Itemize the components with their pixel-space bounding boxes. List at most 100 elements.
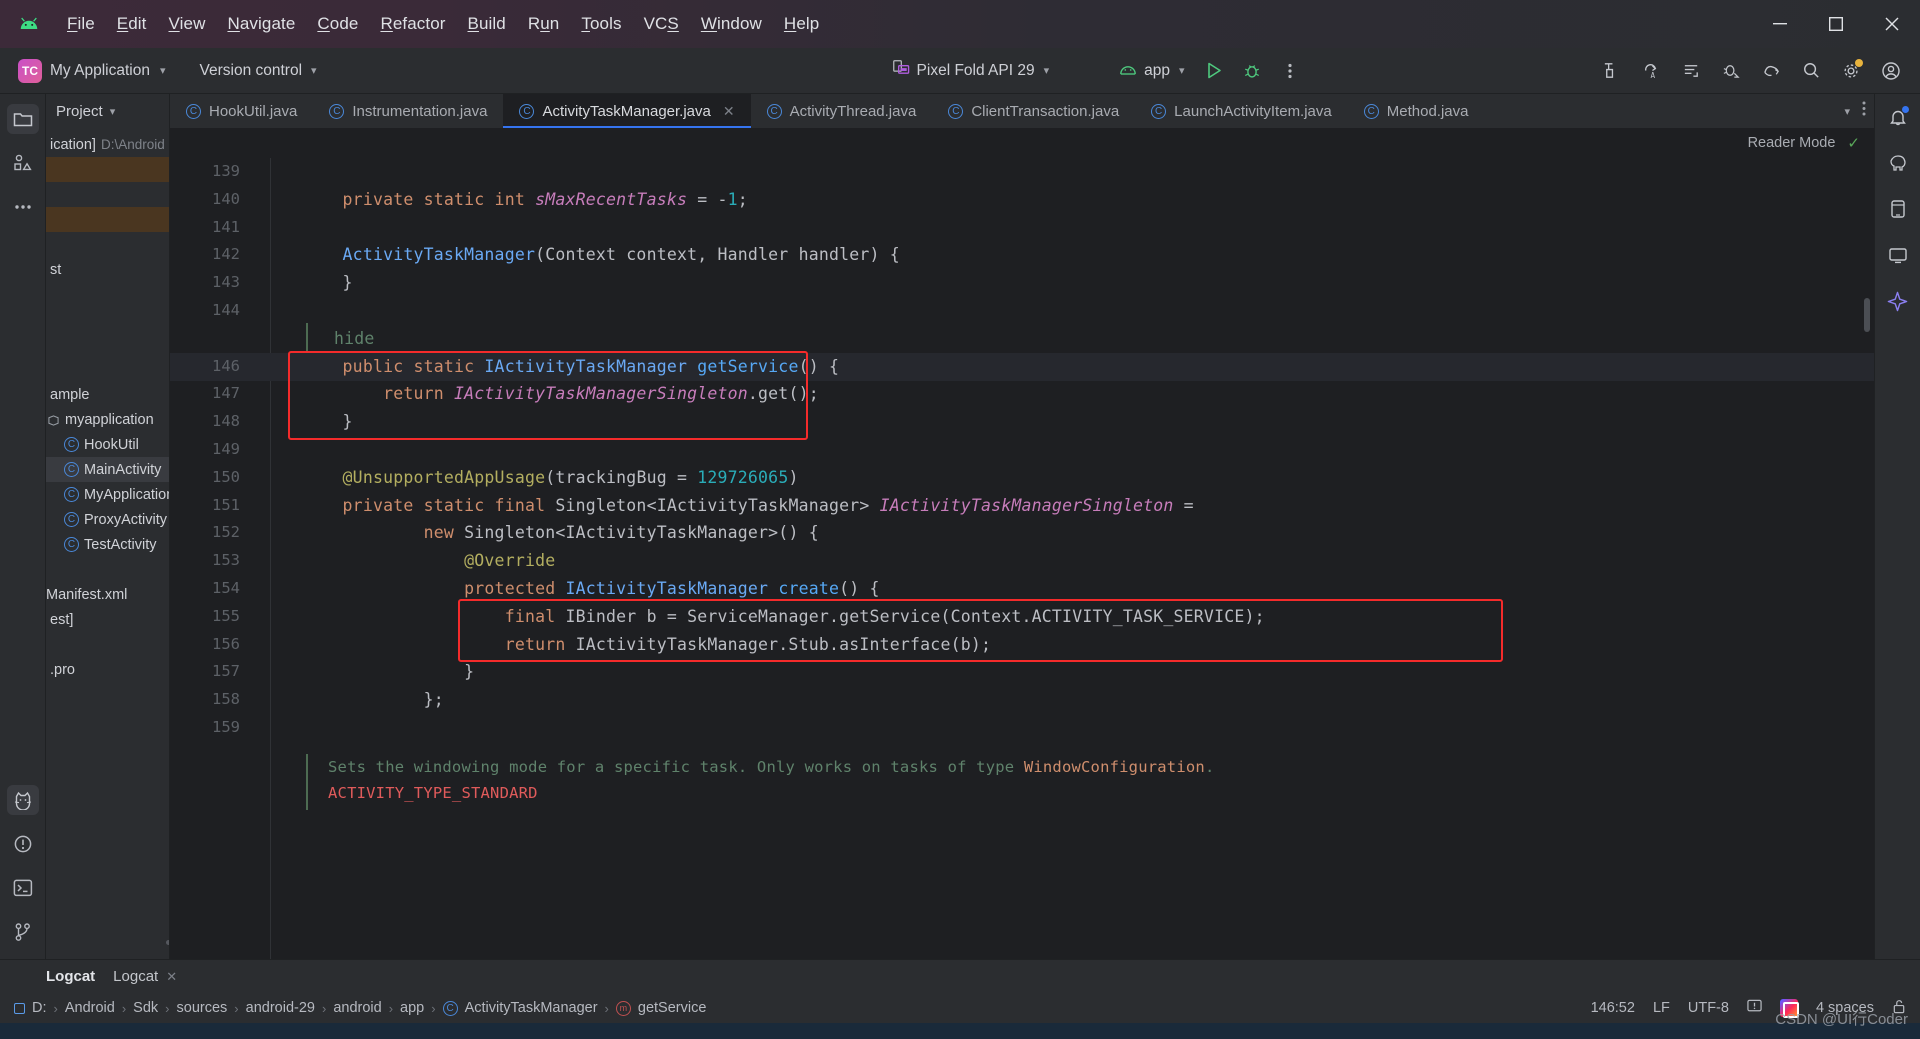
menu-item-navigate[interactable]: Navigate [216,10,306,38]
code-line[interactable]: return IActivityTaskManager.Stub.asInter… [302,635,991,654]
breadcrumb-item-android-pkg[interactable]: android [333,1000,381,1016]
breadcrumb-item-app[interactable]: app [400,1000,424,1016]
code-line[interactable]: @Override [302,551,555,570]
code-line[interactable]: return IActivityTaskManagerSingleton.get… [302,384,819,403]
tree-row[interactable] [46,182,169,207]
device-explorer-icon[interactable] [1882,194,1914,224]
tree-row[interactable]: C HookUtil [46,432,169,457]
menu-item-help[interactable]: Help [773,10,830,38]
run-config-selector[interactable]: app ▾ [1111,58,1192,84]
notifications-bell-icon[interactable] [1882,102,1914,132]
breadcrumb-item-android29[interactable]: android-29 [246,1000,315,1016]
build-hammer-icon[interactable] [1594,56,1628,86]
tree-row[interactable]: C MainActivity [46,457,169,482]
tree-row[interactable]: ample [46,382,169,407]
tree-row[interactable] [46,357,169,382]
menu-item-run[interactable]: Run [517,10,571,38]
close-icon[interactable]: ✕ [166,969,177,985]
tab-method[interactable]: C Method.java [1348,94,1485,128]
breadcrumb-item-sdk[interactable]: Sdk [133,1000,158,1016]
tab-hookutil[interactable]: C HookUtil.java [170,94,313,128]
tree-row[interactable] [46,332,169,357]
more-tool-windows-icon[interactable] [7,192,39,222]
code-line[interactable]: private static int sMaxRecentTasks = -1; [302,190,748,209]
tree-row[interactable]: st [46,257,169,282]
file-encoding[interactable]: UTF-8 [1688,1000,1729,1016]
code-line[interactable]: }; [302,690,444,709]
device-selector[interactable]: Pixel Fold API 29 ▾ [885,56,1058,86]
gradle-sync-icon[interactable] [1674,56,1708,86]
tree-row[interactable] [46,282,169,307]
tree-row[interactable]: C TestActivity [46,532,169,557]
debug-button[interactable] [1235,56,1269,86]
gradle-elephant-icon[interactable] [1882,148,1914,178]
more-vertical-icon[interactable] [1273,56,1307,86]
code-line[interactable]: public static IActivityTaskManager getSe… [302,357,839,376]
code-line[interactable]: protected IActivityTaskManager create() … [302,579,880,598]
checkmark-icon[interactable]: ✓ [1847,134,1860,152]
tab-close-icon[interactable]: ✕ [723,103,735,120]
problems-icon[interactable] [7,829,39,859]
tree-row[interactable] [46,557,169,582]
structure-icon[interactable] [7,148,39,178]
maximize-button[interactable] [1808,0,1864,48]
tree-row[interactable] [46,157,169,182]
terminal-icon[interactable] [7,873,39,903]
tab-launchactivityitem[interactable]: C LaunchActivityItem.java [1135,94,1348,128]
close-button[interactable] [1864,0,1920,48]
run-button[interactable] [1197,56,1231,86]
menu-item-edit[interactable]: Edit [106,10,158,38]
code-line[interactable]: ActivityTaskManager(Context context, Han… [302,245,900,264]
gemini-cat-icon[interactable] [6,785,39,815]
version-control-icon[interactable] [7,917,39,947]
chevron-down-icon[interactable]: ▾ [1834,105,1860,118]
minimize-button[interactable] [1752,0,1808,48]
search-icon[interactable] [1794,56,1828,86]
menu-item-vcs[interactable]: VCS [633,10,690,38]
code-editor[interactable]: 139 140 private static int sMaxRecentTask… [170,158,1874,959]
code-with-me-icon[interactable]: A [1634,56,1668,86]
menu-item-tools[interactable]: Tools [570,10,632,38]
tree-row[interactable] [46,632,169,657]
project-folder-icon[interactable] [6,104,39,134]
tree-row[interactable]: est] [46,607,169,632]
menu-item-build[interactable]: Build [457,10,517,38]
code-line[interactable]: } [302,412,353,431]
tree-row[interactable]: myapplication [46,407,169,432]
more-vertical-icon[interactable] [1862,101,1866,121]
jetbrains-icon[interactable] [1779,999,1799,1018]
code-line[interactable]: } [302,662,474,681]
breadcrumb-item-sources[interactable]: sources [177,1000,228,1016]
menu-item-window[interactable]: Window [690,10,773,38]
tab-activitythread[interactable]: C ActivityThread.java [751,94,933,128]
code-line[interactable]: @UnsupportedAppUsage(trackingBug = 12972… [302,468,799,487]
menu-item-file[interactable]: File [56,10,106,38]
settings-gear-icon[interactable] [1834,56,1868,86]
breadcrumb-item-class[interactable]: ActivityTaskManager [465,1000,598,1016]
breadcrumb-item-method[interactable]: getService [638,1000,707,1016]
menu-item-refactor[interactable]: Refactor [369,10,456,38]
breadcrumb-item-d[interactable]: D: [32,1000,47,1016]
logcat-tab[interactable]: Logcat ✕ [113,968,177,985]
menu-item-code[interactable]: Code [306,10,369,38]
emulator-icon[interactable] [1882,240,1914,270]
unlocked-icon[interactable] [1892,999,1906,1018]
tab-activitytaskmanager[interactable]: C ActivityTaskManager.java ✕ [503,94,751,128]
version-control-selector[interactable]: Version control ▾ [191,58,324,84]
tree-row[interactable] [46,207,169,232]
vertical-scrollbar[interactable] [1864,298,1870,332]
tree-row[interactable]: Manifest.xml [46,582,169,607]
gemini-assistant-icon[interactable] [1882,286,1914,316]
tree-row[interactable]: C ProxyActivity [46,507,169,532]
tab-instrumentation[interactable]: C Instrumentation.java [313,94,503,128]
tree-row[interactable]: C MyApplication [46,482,169,507]
breadcrumb-item-android[interactable]: Android [65,1000,115,1016]
menu-item-view[interactable]: View [158,10,217,38]
code-line[interactable]: new Singleton<IActivityTaskManager>() { [302,523,819,542]
device-manager-icon[interactable] [1754,56,1788,86]
caret-position[interactable]: 146:52 [1591,1000,1635,1016]
project-panel-header[interactable]: Project ▾ [46,94,169,128]
inspections-icon[interactable] [1747,999,1762,1018]
tab-clienttransaction[interactable]: C ClientTransaction.java [932,94,1135,128]
project-selector[interactable]: TC My Application ▾ [10,56,173,86]
